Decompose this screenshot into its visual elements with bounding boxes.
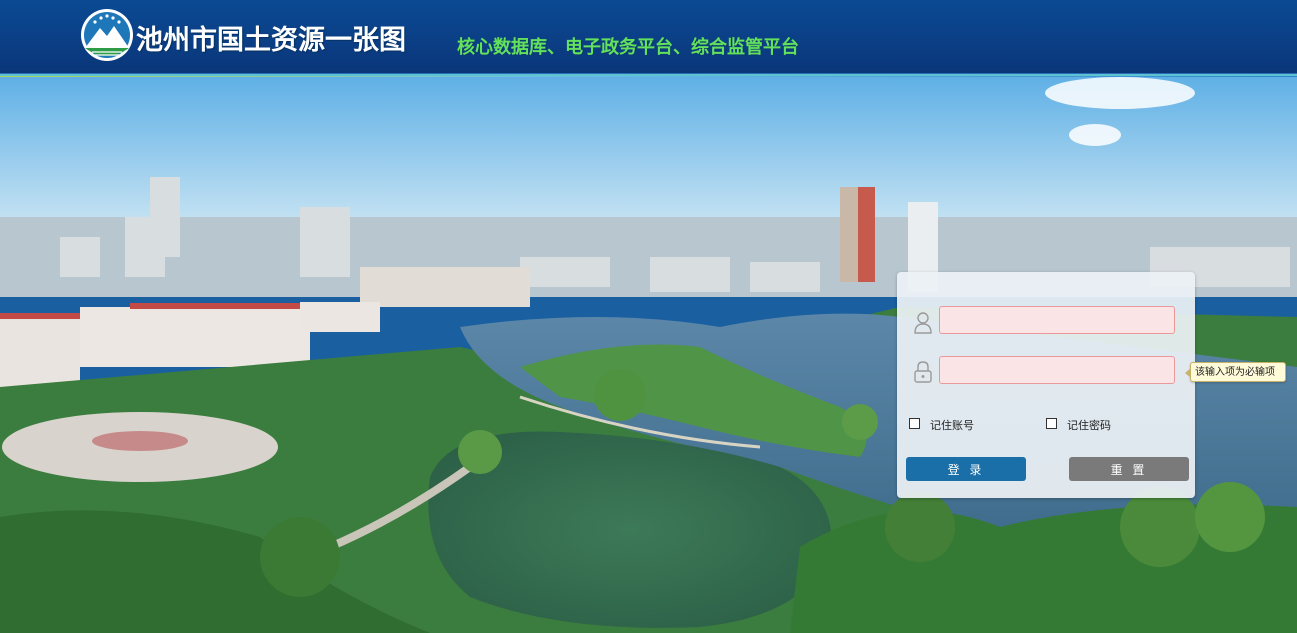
user-icon <box>914 312 932 334</box>
required-field-tooltip: 该输入项为必输项 <box>1185 362 1286 382</box>
login-button[interactable]: 登 录 <box>906 457 1026 481</box>
header-banner: 池州市国土资源一张图 核心数据库、电子政务平台、综合监管平台 <box>0 0 1297 78</box>
page-subtitle: 核心数据库、电子政务平台、综合监管平台 <box>457 37 799 58</box>
remember-password-label: 记住密码 <box>1067 419 1111 432</box>
remember-account-option[interactable]: 记住账号 <box>909 413 974 433</box>
username-input[interactable] <box>939 306 1175 334</box>
lock-icon <box>914 361 932 383</box>
remember-account-label: 记住账号 <box>930 419 974 432</box>
reset-button[interactable]: 重 置 <box>1069 457 1189 481</box>
logo-icon <box>81 9 133 61</box>
login-panel: 记住账号 记住密码 登 录 重 置 <box>897 272 1195 498</box>
remember-password-option[interactable]: 记住密码 <box>1046 413 1111 433</box>
password-input[interactable] <box>939 356 1175 384</box>
remember-account-checkbox[interactable] <box>909 417 920 429</box>
remember-password-checkbox[interactable] <box>1046 417 1057 429</box>
page-title: 池州市国土资源一张图 <box>136 25 406 56</box>
